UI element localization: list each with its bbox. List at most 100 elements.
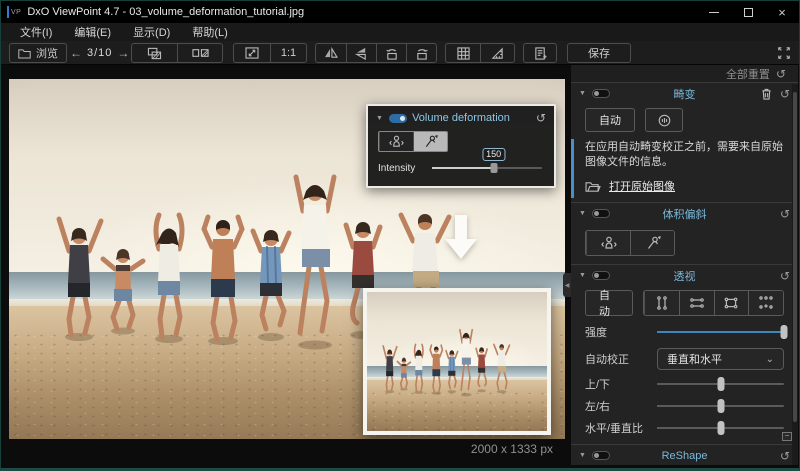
undo-icon[interactable]: ↺	[536, 111, 546, 125]
maximize-button[interactable]	[731, 1, 765, 23]
collapse-arrow-icon[interactable]: ▼	[579, 210, 586, 217]
compare-side-by-side-button[interactable]	[177, 44, 222, 62]
volume-panel-header: ▼ 体积偏斜 ↺	[571, 203, 798, 224]
grid-icon	[457, 47, 470, 60]
minimize-button[interactable]	[697, 1, 731, 23]
force-horizontal-button[interactable]	[679, 291, 714, 315]
rotate-right-button[interactable]	[406, 44, 436, 62]
fit-to-screen-button[interactable]	[234, 44, 270, 62]
sidebar-scrollbar[interactable]	[792, 84, 798, 465]
photo-view[interactable]: ▼ Volume deformation ↺ Intensity	[9, 79, 565, 439]
collapse-arrow-icon[interactable]: ▼	[579, 452, 586, 459]
browse-label: 浏览	[36, 45, 58, 61]
rectangle-corners-icon	[723, 295, 739, 311]
image-counter: 3/10	[87, 47, 112, 59]
strength-slider-handle[interactable]	[781, 325, 788, 339]
title-bar: VP DxO ViewPoint 4.7 - 03_volume_deforma…	[1, 1, 799, 23]
rotate-right-icon	[415, 47, 429, 60]
force-rectangle-button[interactable]	[714, 291, 749, 315]
eight-points-button[interactable]	[748, 291, 783, 315]
save-button[interactable]: 保存	[567, 43, 631, 63]
menu-view[interactable]: 显示(D)	[122, 24, 181, 40]
reshape-panel-header: ▼ ReShape ↺	[571, 445, 798, 465]
distortion-enable-toggle[interactable]	[592, 89, 610, 98]
sidebar-collapse-handle[interactable]: ◀	[563, 273, 571, 297]
strength-slider[interactable]	[657, 325, 784, 339]
open-original-link[interactable]: 打开原始图像	[609, 178, 675, 194]
perspective-undo-icon[interactable]: ↺	[780, 269, 790, 283]
down-arrow-icon	[441, 213, 481, 261]
volume-diagonal-button[interactable]	[630, 231, 674, 255]
left-right-slider[interactable]	[657, 399, 784, 413]
flip-vertical-icon	[355, 47, 368, 60]
compare-side-icon	[192, 47, 209, 59]
perspective-panel-header: ▼ 透视 ↺	[571, 265, 798, 286]
image-dimensions-label: 2000 x 1333 px	[9, 442, 557, 456]
ratio-slider-handle[interactable]	[717, 421, 724, 435]
intensity-slider-handle[interactable]	[490, 163, 497, 173]
app-logo-text: VP	[11, 9, 21, 16]
rotate-left-icon	[385, 47, 399, 60]
previous-image-button[interactable]: ←	[65, 46, 87, 60]
up-down-slider-handle[interactable]	[717, 377, 724, 391]
reset-all-undo-icon[interactable]: ↺	[776, 67, 786, 81]
compare-group	[131, 43, 223, 63]
menu-file[interactable]: 文件(I)	[9, 24, 63, 40]
copy-settings-button[interactable]	[523, 43, 557, 63]
distortion-auto-button[interactable]: 自动	[585, 108, 635, 132]
scrollbar-thumb[interactable]	[793, 92, 797, 422]
collapse-arrow-icon[interactable]: ▼	[376, 115, 383, 122]
grid-button[interactable]	[446, 44, 480, 62]
transform-group	[315, 43, 437, 63]
flip-horizontal-button[interactable]	[316, 44, 346, 62]
ruler-button[interactable]	[480, 44, 514, 62]
reshape-enable-toggle[interactable]	[592, 451, 610, 460]
diagonal-correction-button[interactable]	[413, 132, 447, 151]
panel-collapse-box[interactable]: −	[782, 432, 792, 441]
perspective-mode-group	[643, 290, 784, 316]
vertical-parallels-icon	[654, 295, 670, 311]
distortion-actions-row: 自动	[585, 108, 784, 132]
compare-overlay-button[interactable]	[132, 44, 177, 62]
intensity-slider[interactable]: 150	[432, 161, 542, 175]
force-vertical-button[interactable]	[644, 291, 679, 315]
panel-enable-toggle[interactable]	[389, 114, 407, 123]
left-right-row: 左/右	[585, 398, 784, 414]
volume-enable-toggle[interactable]	[592, 209, 610, 218]
menu-help[interactable]: 帮助(L)	[181, 24, 238, 40]
collapse-arrow-icon[interactable]: ▼	[579, 90, 586, 97]
left-right-slider-handle[interactable]	[717, 399, 724, 413]
auto-correct-dropdown[interactable]: 垂直和水平 ⌄	[657, 348, 784, 370]
correction-mode-group	[378, 131, 448, 152]
perspective-enable-toggle[interactable]	[592, 271, 610, 280]
fullscreen-icon[interactable]	[777, 46, 791, 60]
reset-all-label[interactable]: 全部重置	[726, 66, 770, 82]
trash-icon[interactable]	[761, 88, 772, 100]
volume-horizontal-button[interactable]	[586, 231, 630, 255]
ratio-label: 水平/垂直比	[585, 420, 657, 436]
image-navigation: ← 3/10 →	[65, 43, 134, 63]
lens-dial-button[interactable]	[645, 108, 683, 132]
flip-horizontal-icon	[324, 47, 338, 59]
intensity-value: 150	[482, 148, 505, 161]
perspective-auto-button[interactable]: 自动	[585, 290, 633, 316]
ratio-slider[interactable]	[657, 421, 784, 435]
intensity-label: Intensity	[378, 163, 424, 174]
folder-icon	[18, 48, 31, 59]
zoom-1-1-button[interactable]: 1:1	[270, 44, 306, 62]
browse-button[interactable]: 浏览	[9, 43, 67, 63]
distortion-panel: ▼ 畸变 ↺ 自动 在应用自动畸变校正之前，需要来自原始图像文件的信息。	[571, 83, 798, 203]
person-tilt-icon	[644, 235, 662, 251]
close-button[interactable]: ×	[765, 1, 799, 23]
menu-edit[interactable]: 编辑(E)	[63, 24, 122, 40]
reshape-undo-icon[interactable]: ↺	[780, 449, 790, 463]
collapse-arrow-icon[interactable]: ▼	[579, 272, 586, 279]
distortion-undo-icon[interactable]: ↺	[780, 87, 790, 101]
flip-vertical-button[interactable]	[346, 44, 376, 62]
up-down-slider[interactable]	[657, 377, 784, 391]
volume-undo-icon[interactable]: ↺	[780, 207, 790, 221]
horizontal-parallels-icon	[689, 295, 705, 311]
rotate-left-button[interactable]	[376, 44, 406, 62]
horizontal-correction-button[interactable]	[379, 132, 413, 151]
menu-bar: 文件(I) 编辑(E) 显示(D) 帮助(L)	[1, 23, 799, 41]
